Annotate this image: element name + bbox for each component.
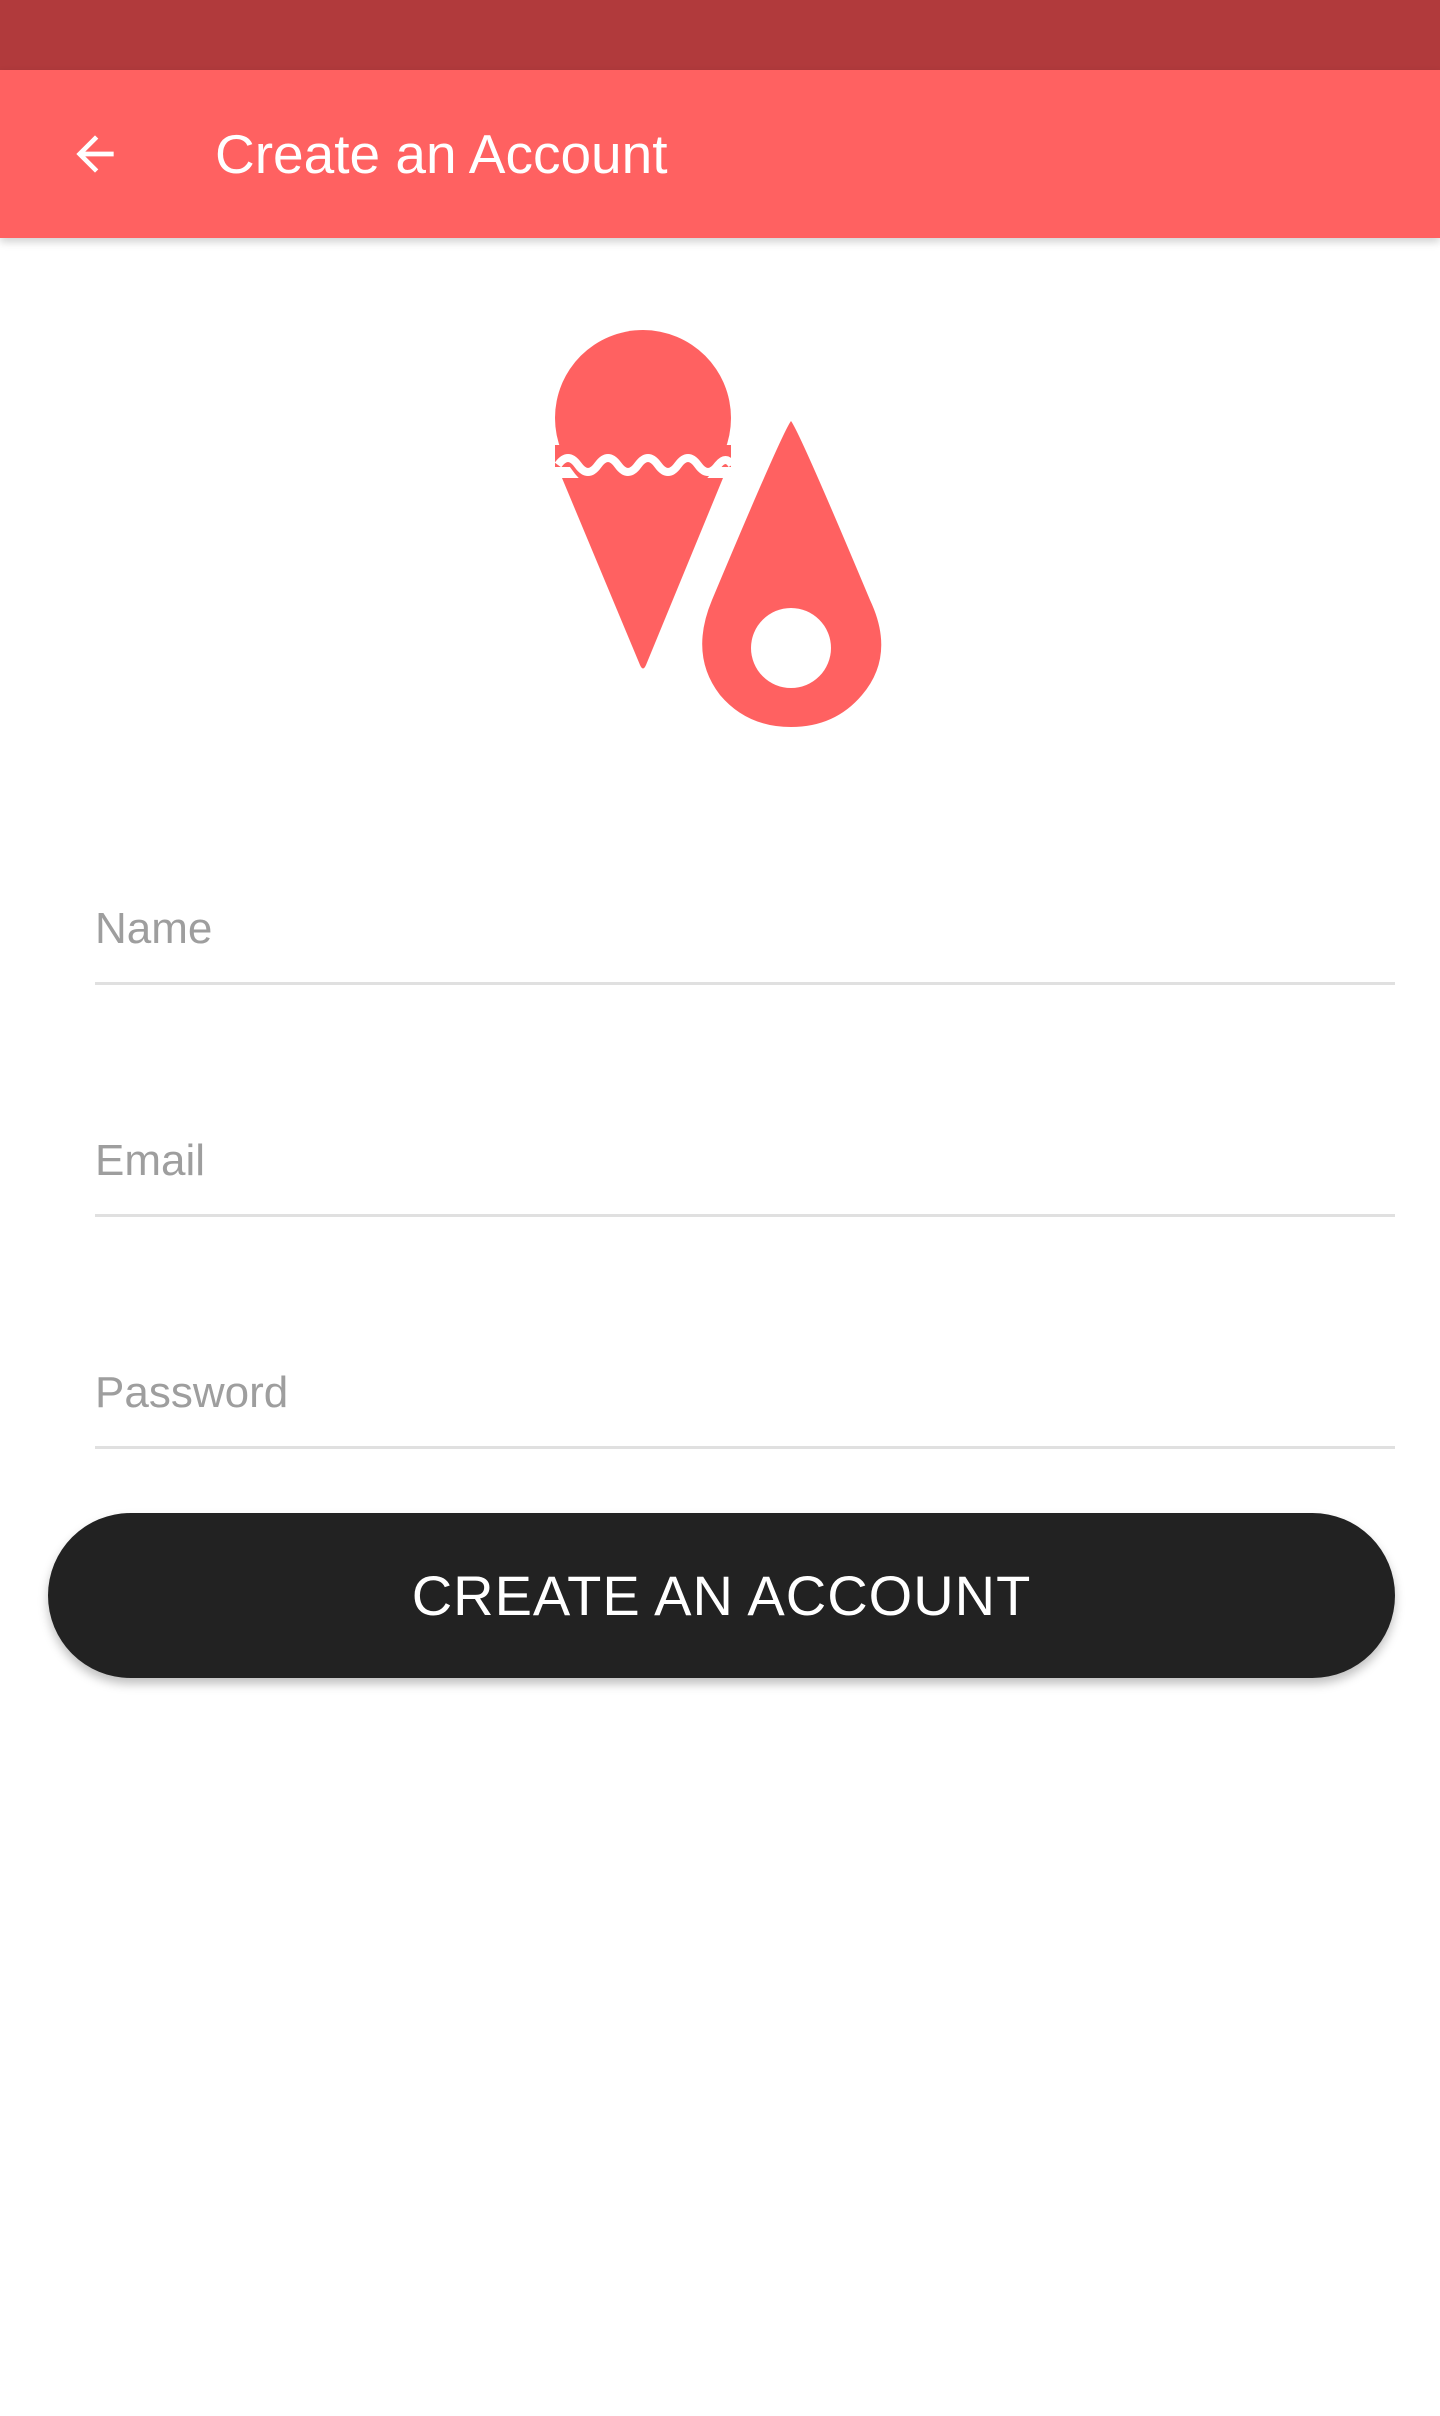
page-title: Create an Account — [215, 123, 668, 185]
arrow-left-icon — [76, 135, 114, 173]
email-field[interactable] — [95, 1107, 1395, 1217]
password-field[interactable] — [95, 1339, 1395, 1449]
app-bar: Create an Account — [0, 70, 1440, 238]
back-button[interactable] — [50, 104, 140, 204]
create-account-button[interactable]: CREATE AN ACCOUNT — [48, 1513, 1395, 1678]
name-field[interactable] — [95, 875, 1395, 985]
ice-cream-location-icon — [554, 330, 882, 727]
status-bar — [0, 0, 1440, 70]
